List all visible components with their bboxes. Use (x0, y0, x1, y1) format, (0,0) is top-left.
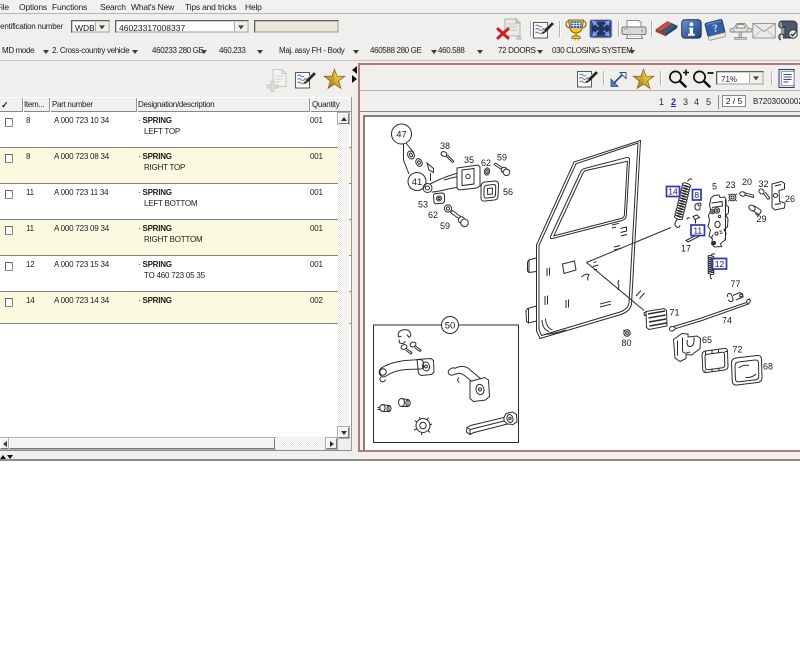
svg-text:26: 26 (785, 194, 795, 204)
svg-text:68: 68 (763, 362, 773, 372)
svg-text:80: 80 (622, 338, 632, 348)
svg-text:56: 56 (503, 187, 513, 197)
svg-text:62: 62 (481, 158, 491, 168)
svg-text:41: 41 (412, 177, 423, 188)
svg-text:59: 59 (497, 153, 507, 163)
svg-text:71: 71 (670, 308, 680, 318)
svg-text:5: 5 (712, 182, 717, 192)
svg-text:74: 74 (722, 316, 732, 326)
svg-text:53: 53 (418, 200, 428, 210)
svg-text:65: 65 (702, 335, 712, 345)
svg-text:12: 12 (715, 259, 725, 269)
svg-text:14: 14 (668, 186, 678, 196)
svg-text:50: 50 (445, 321, 456, 332)
svg-text:20: 20 (742, 177, 752, 187)
svg-text:35: 35 (464, 155, 474, 165)
svg-text:62: 62 (428, 210, 438, 220)
svg-text:8: 8 (694, 190, 699, 200)
svg-text:38: 38 (440, 141, 450, 151)
svg-text:23: 23 (726, 180, 736, 190)
svg-text:29: 29 (757, 214, 767, 224)
svg-text:77: 77 (731, 279, 741, 289)
svg-text:72: 72 (733, 345, 743, 355)
svg-text:11: 11 (693, 225, 702, 235)
svg-text:17: 17 (681, 244, 691, 254)
svg-text:47: 47 (396, 130, 407, 141)
svg-text:32: 32 (759, 179, 769, 189)
svg-text:59: 59 (440, 221, 450, 231)
